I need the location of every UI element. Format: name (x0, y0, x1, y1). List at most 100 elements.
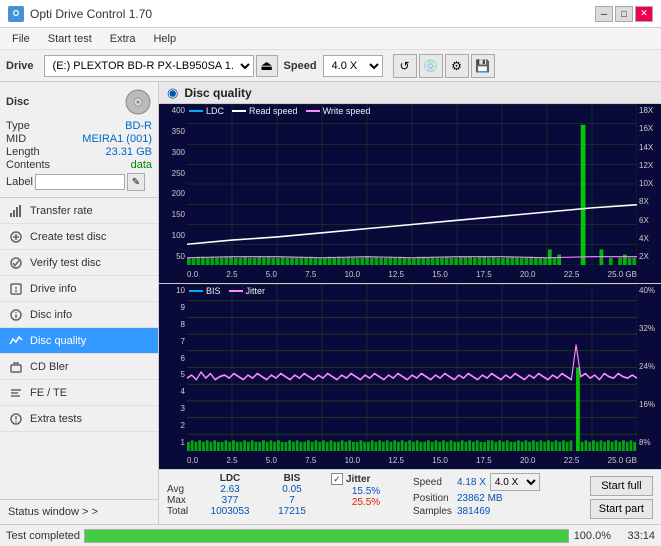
speed-pos-section: Speed 4.18 X 4.0 X Position 23862 MB Sam… (413, 473, 540, 517)
disc-quality-title: Disc quality (184, 86, 251, 100)
settings-icon-button[interactable]: ⚙ (445, 54, 469, 78)
y-top-right-14x: 14X (639, 143, 659, 152)
jitter-header-label: Jitter (346, 474, 370, 485)
contents-label: Contents (6, 159, 50, 171)
ldc-col-header: LDC (199, 473, 261, 484)
menu-extra[interactable]: Extra (102, 31, 144, 47)
progress-time: 33:14 (615, 530, 655, 542)
disc-section-title: Disc (6, 96, 29, 108)
menu-help[interactable]: Help (145, 31, 184, 47)
y-top-label-350: 350 (161, 127, 185, 136)
title-bar-left: O Opti Drive Control 1.70 (8, 6, 152, 22)
drive-select[interactable]: (E:) PLEXTOR BD-R PX-LB950SA 1.06 (44, 55, 254, 77)
y-top-label-100: 100 (161, 231, 185, 240)
avg-label: Avg (167, 484, 199, 495)
ldc-legend-label: LDC (206, 106, 224, 116)
write-color (306, 110, 320, 112)
total-jitter-blank (331, 508, 401, 522)
sidebar-item-verify-test-disc[interactable]: Verify test disc (0, 250, 158, 276)
drive-select-wrap: (E:) PLEXTOR BD-R PX-LB950SA 1.06 ⏏ (44, 55, 278, 77)
fe-te-icon (8, 385, 24, 401)
position-value: 23862 MB (457, 493, 503, 504)
toolbar-icons: ↺ 💿 ⚙ 💾 (393, 54, 495, 78)
total-row: Total 1003053 17215 (167, 506, 323, 517)
x-label-5: 5.0 (266, 270, 277, 279)
sidebar-item-extra-tests[interactable]: Extra tests (0, 406, 158, 432)
label-edit-button[interactable]: ✎ (127, 173, 145, 191)
menu-bar: File Start test Extra Help (0, 28, 661, 50)
sidebar-item-create-test-disc[interactable]: Create test disc (0, 224, 158, 250)
sidebar-item-fe-te[interactable]: FE / TE (0, 380, 158, 406)
eject-button[interactable]: ⏏ (256, 55, 278, 77)
disc-info-grid: Type BD-R MID MEIRA1 (001) Length 23.31 … (6, 120, 152, 171)
speed-label: Speed (284, 60, 317, 72)
jitter-section: ✓ Jitter 15.5% 25.5% (331, 473, 401, 522)
x-bot-17.5: 17.5 (476, 456, 492, 465)
status-window-button[interactable]: Status window > > (0, 500, 158, 524)
top-chart-legend: LDC Read speed Write speed (189, 106, 370, 116)
y-top-right-12x: 12X (639, 161, 659, 170)
disc-info-icon (8, 307, 24, 323)
y-bot-label-7: 7 (161, 337, 185, 346)
fe-te-label: FE / TE (30, 387, 67, 399)
x-label-0: 0.0 (187, 270, 198, 279)
progress-bar-fill (85, 530, 568, 542)
x-label-12.5: 12.5 (388, 270, 404, 279)
type-value: BD-R (54, 120, 152, 132)
status-text: Test completed (6, 530, 80, 542)
sidebar-item-drive-info[interactable]: Drive info (0, 276, 158, 302)
transfer-rate-icon (8, 203, 24, 219)
extra-tests-icon (8, 411, 24, 427)
speed-select-sm[interactable]: 4.0 X (490, 473, 540, 491)
total-label: Total (167, 506, 199, 517)
sidebar-item-transfer-rate[interactable]: Transfer rate (0, 198, 158, 224)
y-bot-label-5: 5 (161, 370, 185, 379)
bottom-chart: BIS Jitter 10 9 8 7 6 5 4 (159, 284, 661, 469)
y-top-right-2x: 2X (639, 252, 659, 261)
y-top-right-6x: 6X (639, 216, 659, 225)
sidebar-item-disc-info[interactable]: Disc info (0, 302, 158, 328)
legend-bis: BIS (189, 286, 221, 296)
y-top-right-18x: 18X (639, 106, 659, 115)
bottom-bar: Test completed 100.0% 33:14 (0, 524, 661, 546)
speed-select[interactable]: 4.0 X (323, 55, 383, 77)
x-label-20: 20.0 (520, 270, 536, 279)
nav-items: Transfer rate Create test disc Verify te… (0, 198, 158, 499)
save-icon-button[interactable]: 💾 (471, 54, 495, 78)
sidebar: Disc Type BD-R MID MEIRA1 (001) Length 2… (0, 82, 159, 524)
maximize-button[interactable]: □ (615, 6, 633, 22)
y-bot-right-8: 8% (639, 438, 659, 447)
y-top-label-400: 400 (161, 106, 185, 115)
top-chart-y-axis-right: 18X 16X 14X 12X 10X 8X 6X 4X 2X (637, 104, 661, 263)
minimize-button[interactable]: ─ (595, 6, 613, 22)
write-legend-label: Write speed (323, 106, 371, 116)
close-button[interactable]: ✕ (635, 6, 653, 22)
max-jitter: 25.5% (331, 497, 401, 508)
avg-ldc: 2.63 (199, 484, 261, 495)
y-bot-right-40: 40% (639, 286, 659, 295)
y-top-label-150: 150 (161, 210, 185, 219)
menu-file[interactable]: File (4, 31, 38, 47)
x-bot-12.5: 12.5 (388, 456, 404, 465)
disc-icon-button[interactable]: 💿 (419, 54, 443, 78)
sidebar-item-disc-quality[interactable]: Disc quality (0, 328, 158, 354)
read-legend-label: Read speed (249, 106, 298, 116)
start-part-button[interactable]: Start part (590, 499, 653, 519)
menu-start-test[interactable]: Start test (40, 31, 100, 47)
avg-row: Avg 2.63 0.05 (167, 484, 323, 495)
y-bot-label-10: 10 (161, 286, 185, 295)
x-label-7.5: 7.5 (305, 270, 316, 279)
bottom-chart-x-axis: 0.0 2.5 5.0 7.5 10.0 12.5 15.0 17.5 20.0… (187, 451, 637, 469)
avg-bis: 0.05 (261, 484, 323, 495)
label-input[interactable] (35, 174, 125, 190)
sidebar-item-cd-bler[interactable]: CD Bler (0, 354, 158, 380)
verify-test-disc-label: Verify test disc (30, 257, 101, 269)
position-row: Position 23862 MB (413, 493, 540, 504)
legend-ldc: LDC (189, 106, 224, 116)
start-full-button[interactable]: Start full (590, 476, 653, 496)
cd-bler-icon (8, 359, 24, 375)
jitter-checkbox[interactable]: ✓ (331, 473, 343, 485)
x-bot-2.5: 2.5 (226, 456, 237, 465)
refresh-icon-button[interactable]: ↺ (393, 54, 417, 78)
top-chart-x-axis: 0.0 2.5 5.0 7.5 10.0 12.5 15.0 17.5 20.0… (187, 265, 637, 283)
